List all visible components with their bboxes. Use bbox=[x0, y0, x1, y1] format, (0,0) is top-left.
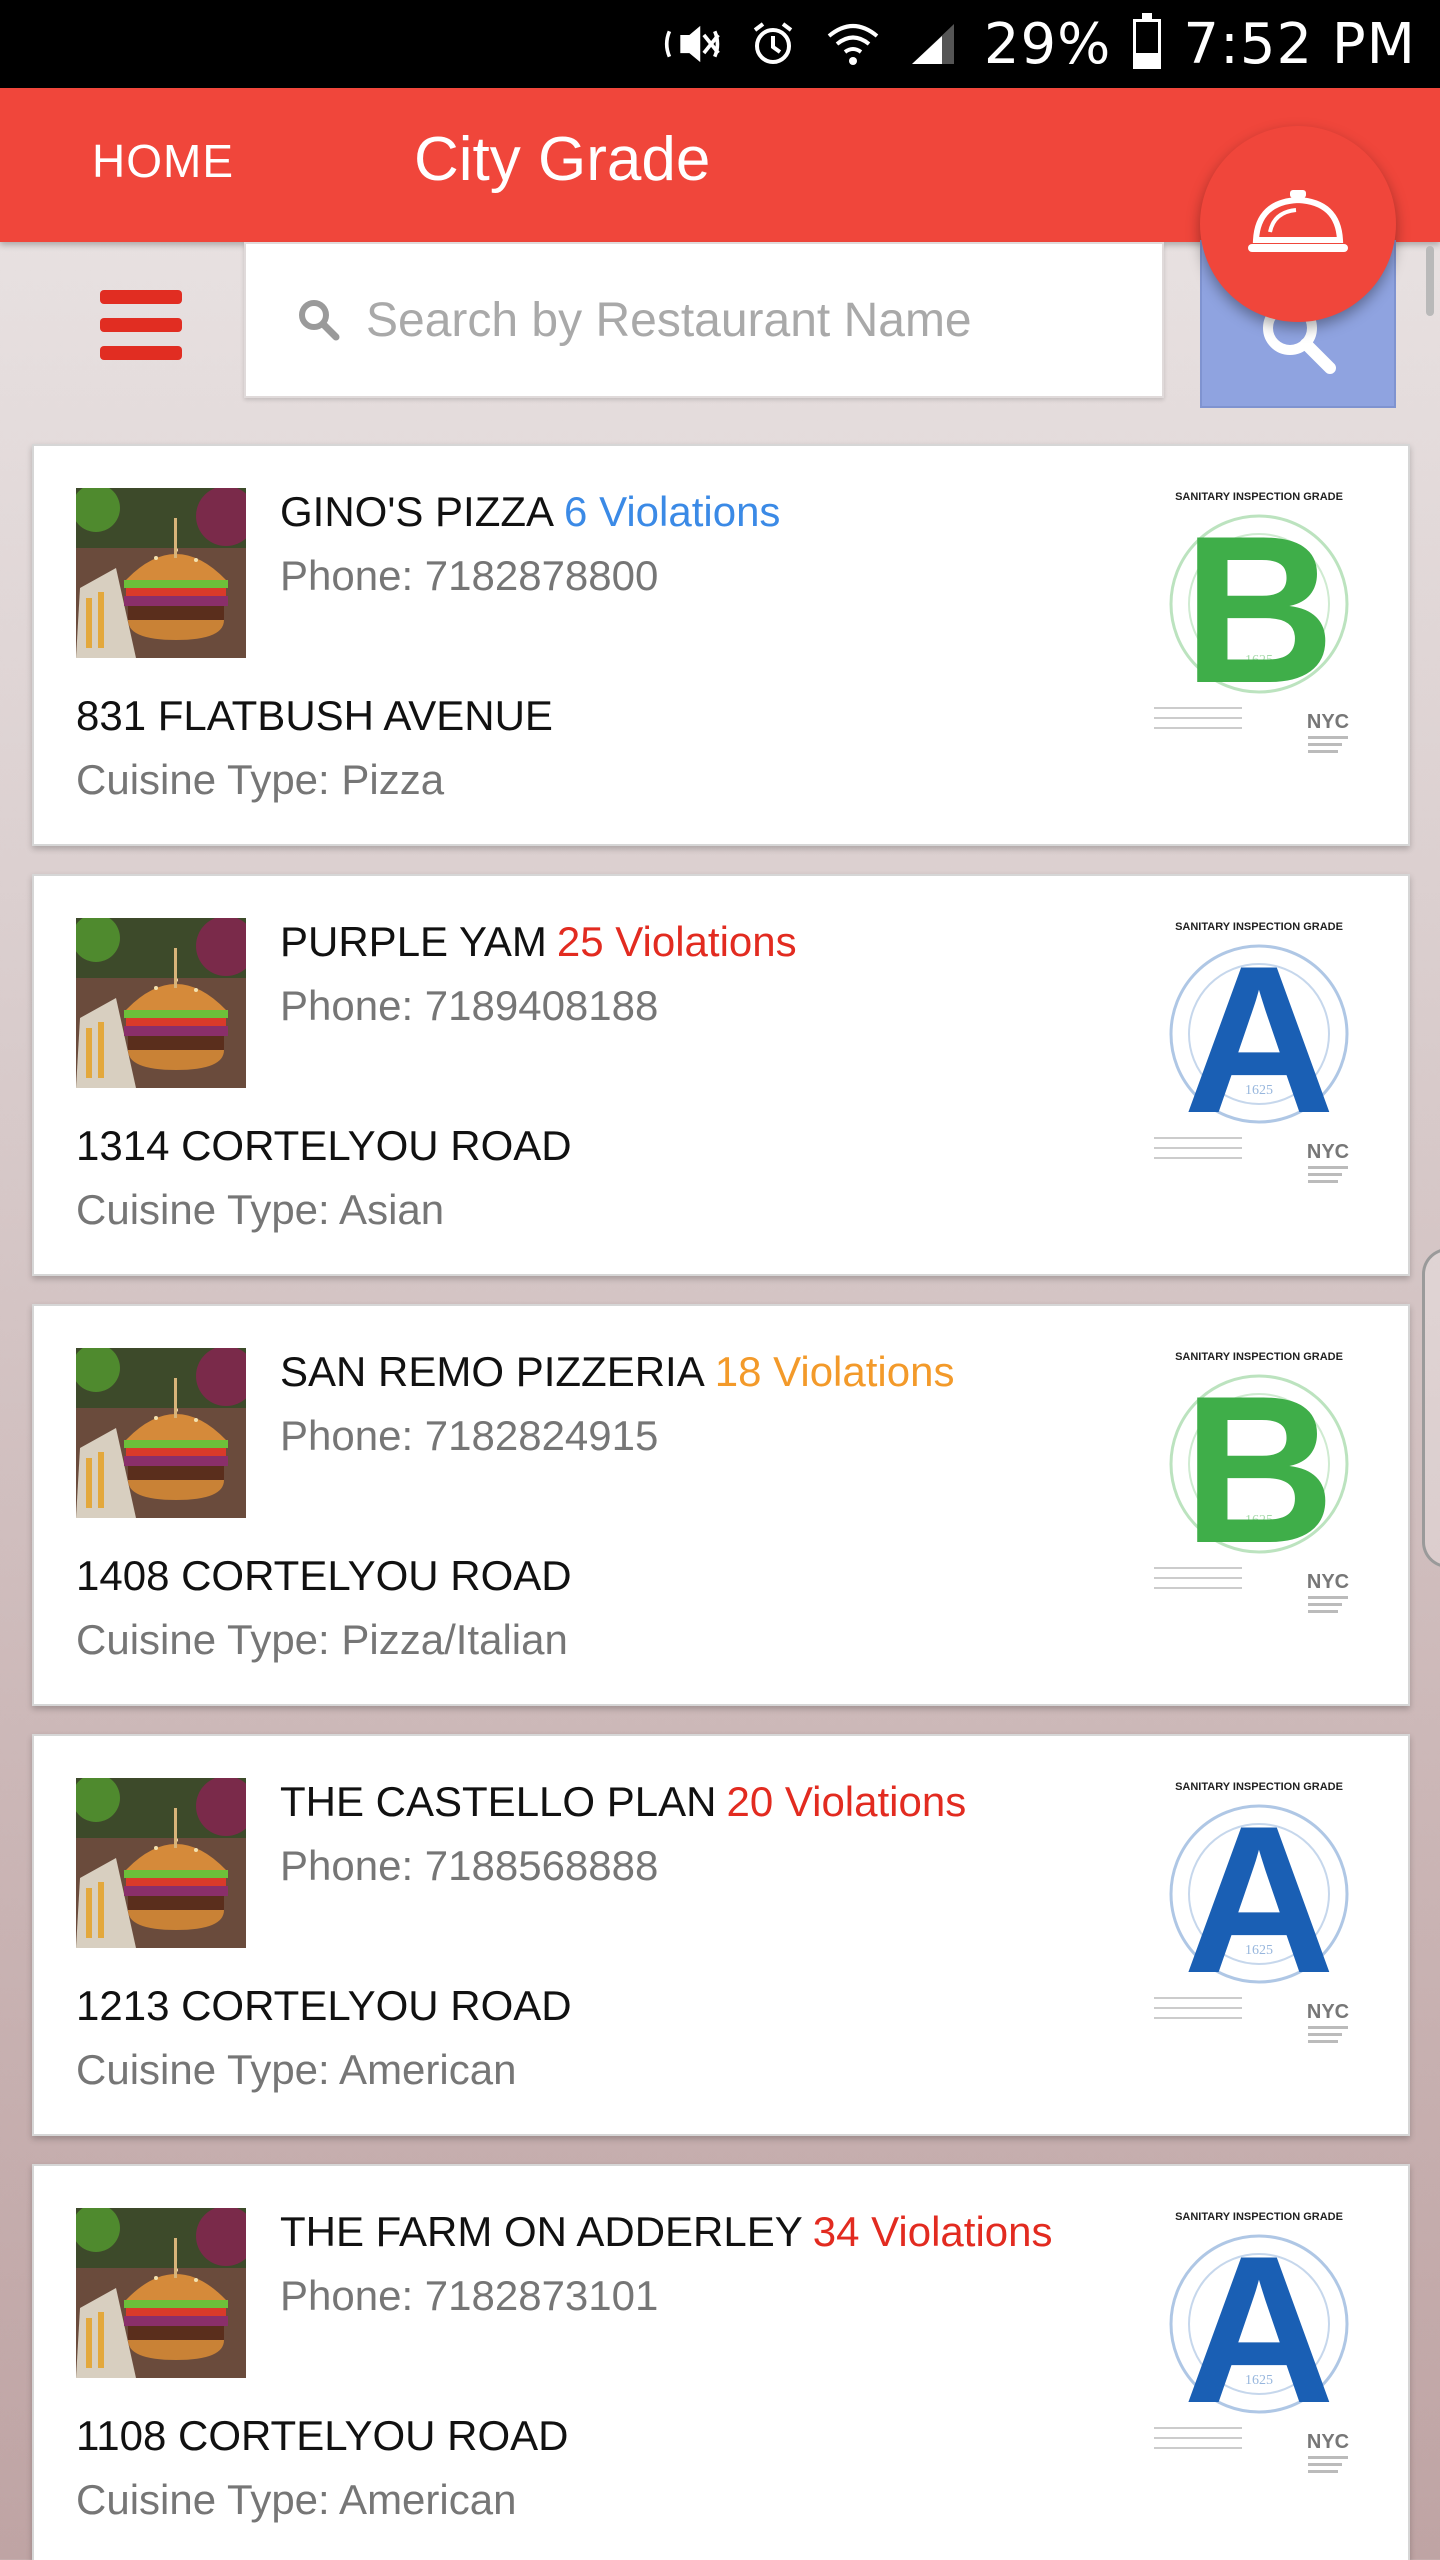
cuisine-type: Cuisine Type: American bbox=[76, 2476, 517, 2523]
phone-number: Phone: 7188568888 bbox=[280, 1842, 659, 1889]
grade-letter: A bbox=[1183, 1782, 1335, 2017]
restaurant-name-line: THE FARM ON ADDERLEY 34 Violations bbox=[280, 2208, 1053, 2256]
grade-card-image: SANITARY INSPECTION GRADE 1625 B NYC bbox=[1152, 486, 1366, 764]
address: 1108 CORTELYOU ROAD bbox=[76, 2412, 569, 2459]
edge-panel-handle[interactable] bbox=[1422, 1248, 1440, 1568]
violations-count: 6 Violations bbox=[564, 488, 781, 535]
grade-card-image: SANITARY INSPECTION GRADE 1625 A NYC bbox=[1152, 916, 1366, 1194]
restaurant-name-line: SAN REMO PIZZERIA 18 Violations bbox=[280, 1348, 954, 1396]
restaurant-card[interactable]: GINO'S PIZZA 6 Violations Phone: 71828788… bbox=[32, 444, 1410, 846]
signal-icon bbox=[904, 19, 962, 69]
restaurant-name-line: PURPLE YAM 25 Violations bbox=[280, 918, 797, 966]
address: 1314 CORTELYOU ROAD bbox=[76, 1122, 572, 1169]
service-bell-icon bbox=[1248, 190, 1348, 252]
status-bar: 29% 7:52 PM bbox=[0, 0, 1440, 88]
violations-count: 18 Violations bbox=[714, 1348, 955, 1395]
violations-count: 25 Violations bbox=[556, 918, 797, 965]
search-icon bbox=[299, 300, 340, 341]
svg-text:NYC: NYC bbox=[1307, 1571, 1349, 1593]
restaurant-name-line: THE CASTELLO PLAN 20 Violations bbox=[280, 1778, 966, 1826]
restaurant-name: SAN REMO PIZZERIA bbox=[280, 1348, 705, 1395]
svg-text:NYC: NYC bbox=[1307, 711, 1349, 733]
search-input[interactable] bbox=[366, 292, 1146, 348]
cuisine-type: Cuisine Type: Pizza/Italian bbox=[76, 1616, 568, 1663]
svg-text:NYC: NYC bbox=[1307, 2431, 1349, 2453]
restaurant-card[interactable]: SAN REMO PIZZERIA 18 Violations Phone: 71… bbox=[32, 1304, 1410, 1706]
food-thumbnail-image bbox=[76, 2208, 246, 2378]
restaurant-card[interactable]: THE FARM ON ADDERLEY 34 Violations Phone:… bbox=[32, 2164, 1410, 2560]
service-bell-button[interactable] bbox=[1200, 126, 1396, 322]
address: 831 FLATBUSH AVENUE bbox=[76, 692, 553, 739]
phone-number: Phone: 7189408188 bbox=[280, 982, 659, 1029]
address: 1213 CORTELYOU ROAD bbox=[76, 1982, 572, 2029]
restaurant-name-line: GINO'S PIZZA 6 Violations bbox=[280, 488, 780, 536]
svg-text:NYC: NYC bbox=[1307, 1141, 1349, 1163]
violations-count: 34 Violations bbox=[812, 2208, 1053, 2255]
clock: 7:52 PM bbox=[1183, 11, 1416, 77]
address: 1408 CORTELYOU ROAD bbox=[76, 1552, 572, 1599]
violations-count: 20 Violations bbox=[726, 1778, 967, 1825]
cuisine-type: Cuisine Type: Pizza bbox=[76, 756, 445, 803]
phone-number: Phone: 7182824915 bbox=[280, 1412, 659, 1459]
page-title: City Grade bbox=[414, 125, 711, 194]
phone-number: Phone: 7182878800 bbox=[280, 552, 659, 599]
svg-text:NYC: NYC bbox=[1307, 2001, 1349, 2023]
mute-icon bbox=[664, 19, 722, 69]
food-thumbnail-image bbox=[76, 488, 246, 658]
restaurant-name: THE CASTELLO PLAN bbox=[280, 1778, 717, 1825]
grade-letter: B bbox=[1183, 492, 1335, 727]
restaurant-card[interactable]: THE CASTELLO PLAN 20 Violations Phone: 71… bbox=[32, 1734, 1410, 2136]
home-button[interactable]: HOME bbox=[92, 134, 234, 188]
grade-letter: A bbox=[1183, 922, 1335, 1157]
phone-number: Phone: 7182873101 bbox=[280, 2272, 659, 2319]
grade-card-image: SANITARY INSPECTION GRADE 1625 A NYC bbox=[1152, 1776, 1366, 2054]
grade-letter: A bbox=[1183, 2212, 1335, 2447]
battery-percent: 29% bbox=[983, 11, 1112, 77]
restaurant-name: THE FARM ON ADDERLEY bbox=[280, 2208, 803, 2255]
food-thumbnail-image bbox=[76, 918, 246, 1088]
search-field[interactable] bbox=[244, 242, 1164, 398]
restaurant-name: PURPLE YAM bbox=[280, 918, 547, 965]
scrollbar[interactable] bbox=[1426, 246, 1434, 316]
wifi-icon bbox=[824, 19, 882, 69]
cuisine-type: Cuisine Type: Asian bbox=[76, 1186, 445, 1233]
restaurant-name: GINO'S PIZZA bbox=[280, 488, 555, 535]
restaurant-card[interactable]: PURPLE YAM 25 Violations Phone: 718940818… bbox=[32, 874, 1410, 1276]
alarm-icon bbox=[744, 19, 802, 69]
grade-card-image: SANITARY INSPECTION GRADE 1625 B NYC bbox=[1152, 1346, 1366, 1624]
cuisine-type: Cuisine Type: American bbox=[76, 2046, 517, 2093]
grade-card-image: SANITARY INSPECTION GRADE 1625 A NYC bbox=[1152, 2206, 1366, 2484]
grade-letter: B bbox=[1183, 1352, 1335, 1587]
food-thumbnail-image bbox=[76, 1348, 246, 1518]
battery-icon bbox=[1133, 13, 1162, 69]
hamburger-menu-icon[interactable] bbox=[100, 290, 182, 360]
food-thumbnail-image bbox=[76, 1778, 246, 1948]
